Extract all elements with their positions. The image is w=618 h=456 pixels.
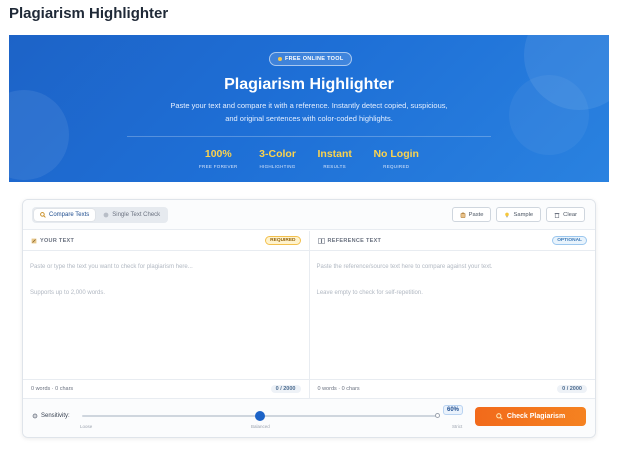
placeholder-line: Leave empty to check for self-repetition… xyxy=(316,290,423,296)
clipboard-icon xyxy=(460,212,465,218)
stat-value: 3-Color xyxy=(259,148,296,160)
column-header: REFERENCE TEXT OPTIONAL xyxy=(309,231,595,251)
slider-thumb[interactable] xyxy=(255,411,265,421)
stat-label: HIGHLIGHTING xyxy=(259,164,296,169)
stat-free: 100% FREE FOREVER xyxy=(199,148,238,169)
hero-banner: FREE ONLINE TOOL Plagiarism Highlighter … xyxy=(9,35,609,182)
reference-text-input[interactable]: Paste the reference/source text here to … xyxy=(310,251,596,310)
toolbar: Compare Texts Single Text Check Paste Sa… xyxy=(23,200,595,230)
column-title-label: YOUR TEXT xyxy=(40,237,75,244)
checker-panel: Compare Texts Single Text Check Paste Sa… xyxy=(22,199,596,438)
paste-button[interactable]: Paste xyxy=(451,207,492,222)
search-icon xyxy=(495,413,503,420)
sensitivity-value: 60% xyxy=(443,405,464,415)
word-limit-badge: 0 / 2000 xyxy=(557,385,587,393)
book-icon xyxy=(317,237,325,244)
slider-end-marker xyxy=(435,413,440,418)
stat-label: RESULTS xyxy=(323,164,346,169)
hero-title: Plagiarism Highlighter xyxy=(224,76,394,93)
tick-label-strict: Strict xyxy=(452,424,463,429)
lightbulb-icon xyxy=(505,212,510,217)
column-title: REFERENCE TEXT xyxy=(317,237,382,244)
clear-button[interactable]: Clear xyxy=(546,207,585,222)
tab-compare-texts[interactable]: Compare Texts xyxy=(34,209,96,221)
hero-description: Paste your text and compare it with a re… xyxy=(149,99,469,125)
sensitivity-label: Sensitivity: xyxy=(32,413,70,419)
check-button-label: Check Plagiarism xyxy=(506,413,566,420)
word-char-count: 0 words · 0 chars xyxy=(31,386,74,392)
hero-description-line: and original sentences with color-coded … xyxy=(225,114,393,123)
required-badge: REQUIRED xyxy=(265,236,301,245)
page-title: Plagiarism Highlighter xyxy=(9,5,169,22)
tick-label-balanced: Balanced xyxy=(251,424,270,429)
word-limit-badge: 0 / 2000 xyxy=(270,385,301,393)
free-tool-badge: FREE ONLINE TOOL xyxy=(269,52,353,66)
text-columns: YOUR TEXT REQUIRED Paste or type the tex… xyxy=(23,231,595,398)
tick-label-loose: Loose xyxy=(80,424,93,429)
stat-login: No Login REQUIRED xyxy=(373,148,419,169)
your-text-input[interactable]: Paste or type the text you want to check… xyxy=(23,251,309,310)
stat-results: Instant RESULTS xyxy=(317,148,351,169)
stat-value: 100% xyxy=(204,148,232,160)
trash-icon xyxy=(554,212,560,218)
circle-icon xyxy=(103,212,109,218)
check-plagiarism-button[interactable]: Check Plagiarism xyxy=(475,407,586,426)
gear-icon xyxy=(32,413,38,419)
optional-badge: OPTIONAL xyxy=(552,236,587,245)
placeholder-line: Paste the reference/source text here to … xyxy=(316,264,493,270)
sample-label: Sample xyxy=(513,211,534,218)
sample-button[interactable]: Sample xyxy=(496,207,542,222)
word-char-count: 0 words · 0 chars xyxy=(317,386,360,392)
reference-text-column: REFERENCE TEXT OPTIONAL Paste the refere… xyxy=(309,231,596,398)
hero-description-line: Paste your text and compare it with a re… xyxy=(170,101,448,110)
mode-switch: Compare Texts Single Text Check xyxy=(32,207,169,223)
tab-label: Compare Texts xyxy=(49,212,90,218)
tab-single-text-check[interactable]: Single Text Check xyxy=(97,209,166,221)
divider xyxy=(127,136,491,137)
decorative-circle xyxy=(9,90,69,180)
stats-row: 100% FREE FOREVER 3-Color HIGHLIGHTING I… xyxy=(199,148,419,169)
badge-label: FREE ONLINE TOOL xyxy=(285,56,344,62)
search-icon xyxy=(40,212,46,218)
your-text-column: YOUR TEXT REQUIRED Paste or type the tex… xyxy=(23,231,310,398)
toolbar-actions: Paste Sample Clear xyxy=(451,207,585,222)
sensitivity-slider[interactable] xyxy=(82,411,440,421)
column-header: YOUR TEXT REQUIRED xyxy=(23,231,309,251)
stat-label: FREE FOREVER xyxy=(199,164,238,169)
paste-label: Paste xyxy=(468,211,484,218)
placeholder-line: Paste or type the text you want to check… xyxy=(30,264,193,270)
clear-label: Clear xyxy=(563,211,577,218)
stat-value: No Login xyxy=(373,148,419,160)
tab-label: Single Text Check xyxy=(112,212,161,218)
column-footer: 0 words · 0 chars 0 / 2000 xyxy=(309,379,595,398)
sensitivity-label-text: Sensitivity: xyxy=(41,413,70,419)
column-title-label: REFERENCE TEXT xyxy=(327,237,382,244)
placeholder-line: Supports up to 2,000 words. xyxy=(30,290,106,296)
stat-label: REQUIRED xyxy=(383,164,410,169)
pencil-icon xyxy=(31,238,37,243)
action-bar: Sensitivity: Loose Balanced Strict 60% C… xyxy=(23,398,595,437)
sparkle-icon xyxy=(278,57,282,61)
column-footer: 0 words · 0 chars 0 / 2000 xyxy=(23,379,309,398)
column-title: YOUR TEXT xyxy=(31,238,74,244)
stat-value: Instant xyxy=(317,148,352,160)
stat-highlighting: 3-Color HIGHLIGHTING xyxy=(259,148,296,169)
